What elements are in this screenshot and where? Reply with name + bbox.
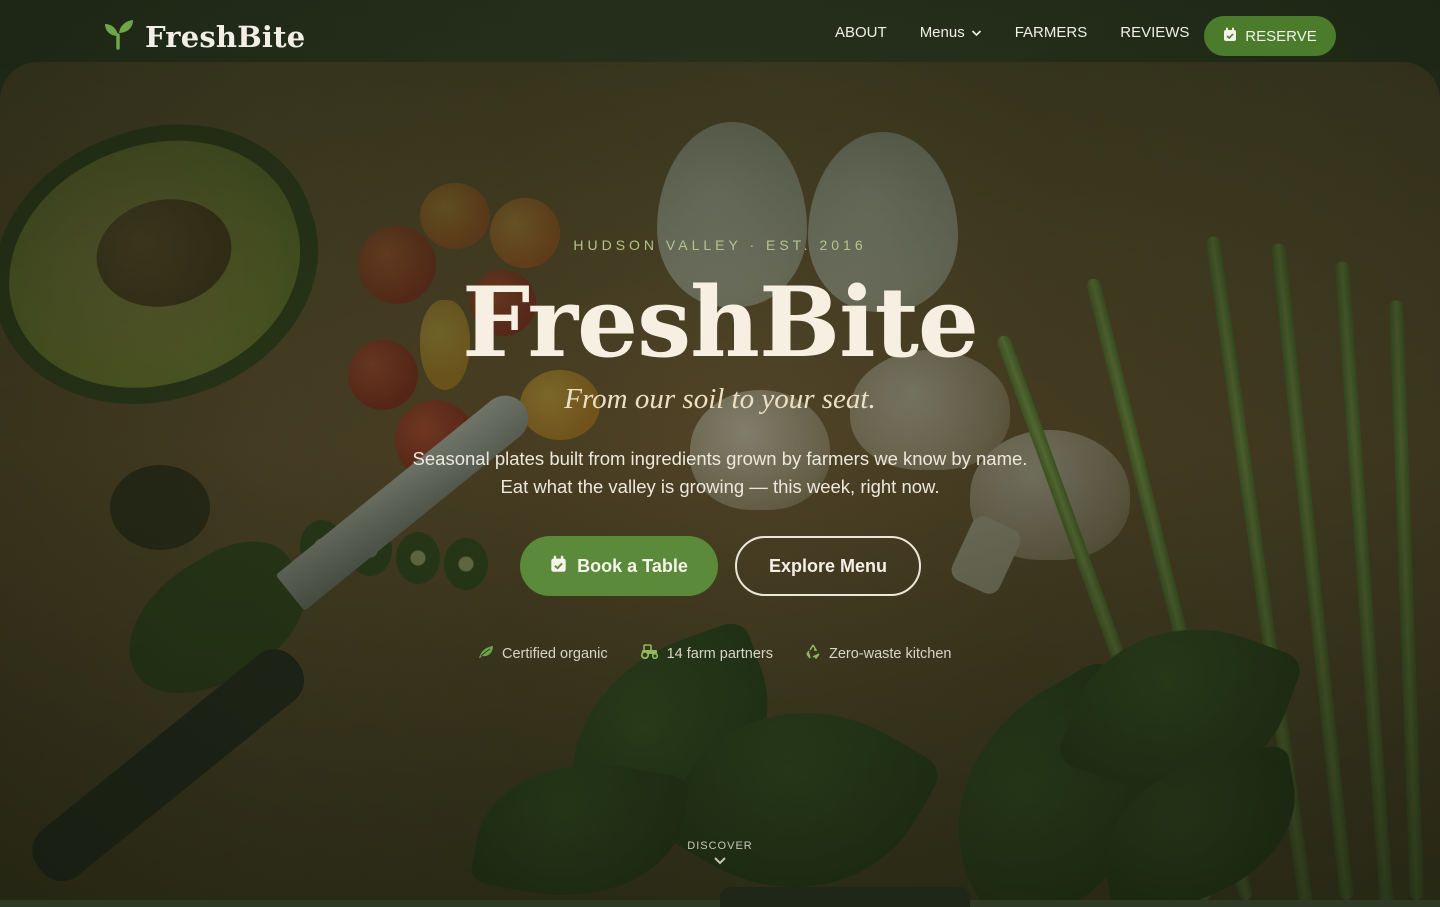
nav-link-farmers[interactable]: FARMERS — [1015, 24, 1088, 41]
site-header: FreshBite ABOUT Menus FARMERS REVIEWS RE… — [0, 0, 1440, 70]
hero-features: Certified organic 14 farm partners Zero-… — [478, 644, 951, 663]
book-table-button[interactable]: Book a Table — [520, 536, 718, 596]
chevron-down-icon — [0, 856, 1440, 865]
reserve-button[interactable]: RESERVE — [1204, 16, 1336, 56]
feature-label: 14 farm partners — [666, 645, 773, 662]
leaf-icon — [478, 645, 494, 663]
tractor-icon — [640, 644, 659, 663]
discover-scroll-cue[interactable]: DISCOVER — [0, 840, 1440, 865]
hero-tagline: From our soil to your seat. — [564, 383, 876, 415]
main-nav: ABOUT Menus FARMERS REVIEWS — [835, 24, 1189, 41]
book-table-label: Book a Table — [577, 555, 688, 576]
discover-label: DISCOVER — [687, 840, 753, 852]
feature-item: 14 farm partners — [640, 644, 773, 663]
hero-description-line: Seasonal plates built from ingredients g… — [412, 448, 1028, 469]
feature-item: Certified organic — [478, 644, 608, 663]
feature-label: Certified organic — [502, 645, 608, 662]
hero-description-line: Eat what the valley is growing — this we… — [500, 476, 940, 497]
brand-logo[interactable]: FreshBite — [103, 18, 305, 55]
nav-link-about[interactable]: ABOUT — [835, 24, 887, 41]
nav-link-reviews[interactable]: REVIEWS — [1120, 24, 1189, 41]
explore-menu-label: Explore Menu — [768, 555, 888, 576]
chevron-down-icon — [971, 24, 982, 41]
recycle-icon — [805, 644, 821, 663]
hero-cta-group: Book a Table Explore Menu — [520, 536, 921, 596]
nav-link-label: FARMERS — [1014, 24, 1088, 41]
feature-label: Zero-waste kitchen — [828, 645, 952, 662]
next-section-edge — [720, 887, 970, 907]
reserve-label: RESERVE — [1245, 27, 1317, 45]
sprout-icon — [103, 18, 135, 55]
explore-menu-button[interactable]: Explore Menu — [735, 536, 921, 596]
hero-eyebrow: HUDSON VALLEY · EST. 2016 — [573, 237, 867, 253]
feature-item: Zero-waste kitchen — [805, 644, 952, 663]
nav-link-menus[interactable]: Menus — [920, 24, 982, 41]
nav-link-label: Menus — [919, 24, 965, 41]
nav-link-label: REVIEWS — [1120, 24, 1190, 41]
hero-title: FreshBite — [462, 266, 979, 379]
nav-link-label: ABOUT — [835, 24, 887, 41]
calendar-check-icon — [550, 555, 567, 578]
hero-description: Seasonal plates built from ingredients g… — [0, 445, 1440, 501]
calendar-check-icon — [1223, 27, 1237, 46]
brand-name: FreshBite — [145, 19, 306, 54]
